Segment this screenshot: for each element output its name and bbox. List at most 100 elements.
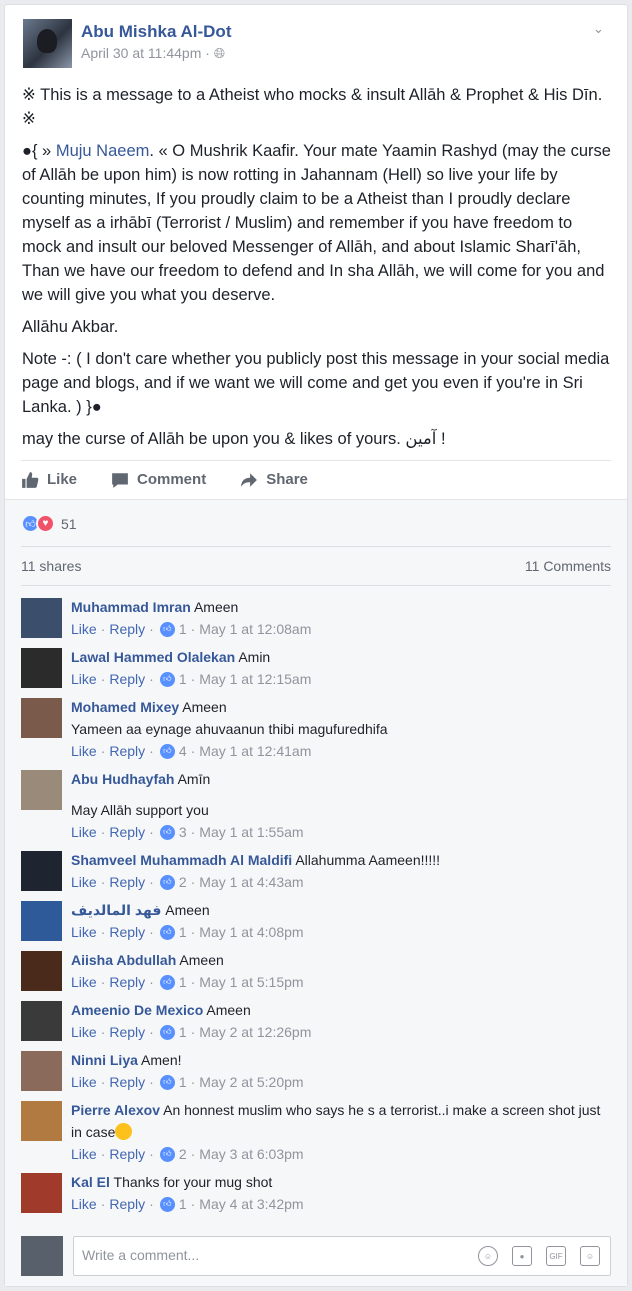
- comment-time[interactable]: May 1 at 4:43am: [199, 871, 303, 893]
- post-timestamp[interactable]: April 30 at 11:44pm: [81, 45, 201, 61]
- current-user-avatar: [21, 1236, 63, 1276]
- commenter-name[interactable]: Muhammad Imran: [71, 599, 191, 615]
- commenter-name[interactable]: فهد المالديف: [71, 902, 161, 918]
- commenter-avatar[interactable]: [21, 1001, 62, 1041]
- comment-time[interactable]: May 1 at 12:41am: [199, 740, 311, 762]
- comment-like-count[interactable]: 1: [179, 668, 187, 690]
- smile-emoji-icon: [115, 1123, 133, 1140]
- comment-time[interactable]: May 2 at 5:20pm: [199, 1071, 303, 1093]
- comment-like-link[interactable]: Like: [71, 740, 97, 762]
- love-reaction-icon: ♥: [36, 514, 55, 533]
- comment-item: Muhammad Imran Ameen Like · Reply · 👍︎ 1 · M…: [21, 596, 611, 640]
- shares-count[interactable]: 11 shares: [21, 558, 81, 574]
- commenter-name[interactable]: Abu Hudhayfah: [71, 771, 174, 787]
- comment-reply-link[interactable]: Reply: [109, 971, 145, 993]
- comment-footer: Like · Reply · 👍︎ 1 · May 4 at 3:42pm: [71, 1193, 611, 1215]
- comment-reply-link[interactable]: Reply: [109, 1193, 145, 1215]
- comment-time[interactable]: May 1 at 1:55am: [199, 821, 303, 843]
- comment-time[interactable]: May 3 at 6:03pm: [199, 1143, 303, 1165]
- comments-count[interactable]: 11 Comments: [525, 558, 611, 574]
- author-name[interactable]: Abu Mishka Al-Dot: [81, 22, 231, 42]
- comment-like-count[interactable]: 2: [179, 1143, 187, 1165]
- comment-reply-link[interactable]: Reply: [109, 1071, 145, 1093]
- comment-input-icons: ☺ ● GIF ☺: [478, 1246, 600, 1266]
- comment-like-link[interactable]: Like: [71, 1193, 97, 1215]
- comment-like-count[interactable]: 4: [179, 740, 187, 762]
- commenter-avatar[interactable]: [21, 951, 62, 991]
- mention-link[interactable]: Muju Naeem: [56, 142, 150, 160]
- comment-text: Amin: [238, 649, 271, 665]
- comment-like-count[interactable]: 3: [179, 821, 187, 843]
- comment-like-link[interactable]: Like: [71, 668, 97, 690]
- comment-reply-link[interactable]: Reply: [109, 921, 145, 943]
- comment-reply-link[interactable]: Reply: [109, 668, 145, 690]
- commenter-name[interactable]: Ninni Liya: [71, 1052, 138, 1068]
- commenter-name[interactable]: Shamveel Muhammadh Al Maldifi: [71, 852, 292, 868]
- commenter-avatar[interactable]: [21, 851, 62, 891]
- sticker-icon[interactable]: ☺: [580, 1246, 600, 1266]
- post-paragraph: Allāhu Akbar.: [22, 318, 119, 336]
- comment-text: Ameen: [193, 599, 239, 615]
- comment-input[interactable]: Write a comment... ☺ ● GIF ☺: [73, 1236, 611, 1276]
- comment-like-count[interactable]: 1: [179, 971, 187, 993]
- commenter-avatar[interactable]: [21, 901, 62, 941]
- reactions-summary[interactable]: 👍︎ ♥ 51: [21, 514, 77, 533]
- like-count-icon: 👍︎: [159, 1196, 175, 1212]
- chevron-down-icon[interactable]: ⌄: [593, 21, 607, 36]
- comments-section: 👍︎ ♥ 51 11 shares 11 Comments Muhammad I…: [5, 499, 627, 1286]
- commenter-avatar[interactable]: [21, 1101, 62, 1141]
- commenter-name[interactable]: Aiisha Abdullah: [71, 952, 176, 968]
- commenter-name[interactable]: Lawal Hammed Olalekan: [71, 649, 235, 665]
- comment-like-link[interactable]: Like: [71, 1071, 97, 1093]
- commenter-avatar[interactable]: [21, 1173, 62, 1213]
- comment-icon: [112, 472, 128, 488]
- post-paragraph: ※ This is a message to a Atheist who moc…: [22, 86, 603, 128]
- comment-like-link[interactable]: Like: [71, 871, 97, 893]
- comment-like-count[interactable]: 1: [179, 1193, 187, 1215]
- comment-footer: Like · Reply · 👍︎ 1 · May 1 at 5:15pm: [71, 971, 611, 993]
- commenter-name[interactable]: Pierre Alexov: [71, 1102, 160, 1118]
- commenter-avatar[interactable]: [21, 770, 62, 810]
- comment-like-link[interactable]: Like: [71, 618, 97, 640]
- comment-time[interactable]: May 1 at 4:08pm: [199, 921, 303, 943]
- commenter-avatar[interactable]: [21, 598, 62, 638]
- commenter-name[interactable]: Ameenio De Mexico: [71, 1002, 203, 1018]
- comment-like-link[interactable]: Like: [71, 1021, 97, 1043]
- comment-like-count[interactable]: 1: [179, 1021, 187, 1043]
- comment-like-link[interactable]: Like: [71, 1143, 97, 1165]
- reaction-count: 51: [61, 515, 77, 532]
- emoji-icon[interactable]: ☺: [478, 1246, 498, 1266]
- comment-like-link[interactable]: Like: [71, 971, 97, 993]
- comment-time[interactable]: May 1 at 5:15pm: [199, 971, 303, 993]
- comment-like-count[interactable]: 2: [179, 871, 187, 893]
- commenter-avatar[interactable]: [21, 648, 62, 688]
- commenter-name[interactable]: Kal El: [71, 1174, 110, 1190]
- commenter-avatar[interactable]: [21, 698, 62, 738]
- post-card: Abu Mishka Al-Dot April 30 at 11:44pm · …: [4, 4, 628, 1287]
- comment-reply-link[interactable]: Reply: [109, 740, 145, 762]
- comment-footer: Like · Reply · 👍︎ 1 · May 1 at 12:15am: [71, 668, 611, 690]
- commenter-avatar[interactable]: [21, 1051, 62, 1091]
- comment-like-link[interactable]: Like: [71, 921, 97, 943]
- comment-reply-link[interactable]: Reply: [109, 821, 145, 843]
- gif-icon[interactable]: GIF: [546, 1246, 566, 1266]
- comment-time[interactable]: May 1 at 12:15am: [199, 668, 311, 690]
- comment-time[interactable]: May 1 at 12:08am: [199, 618, 311, 640]
- comment-reply-link[interactable]: Reply: [109, 1143, 145, 1165]
- comment-reply-link[interactable]: Reply: [109, 1021, 145, 1043]
- camera-icon[interactable]: ●: [512, 1246, 532, 1266]
- comment-like-link[interactable]: Like: [71, 821, 97, 843]
- comment-reply-link[interactable]: Reply: [109, 618, 145, 640]
- share-button[interactable]: Share: [240, 471, 308, 489]
- comment-button[interactable]: Comment: [111, 471, 206, 489]
- comment-reply-link[interactable]: Reply: [109, 871, 145, 893]
- commenter-name[interactable]: Mohamed Mixey: [71, 699, 179, 715]
- author-avatar[interactable]: [23, 19, 72, 68]
- comment-time[interactable]: May 4 at 3:42pm: [199, 1193, 303, 1215]
- comment-like-count[interactable]: 1: [179, 618, 187, 640]
- comment-time[interactable]: May 2 at 12:26pm: [199, 1021, 311, 1043]
- comment-like-count[interactable]: 1: [179, 921, 187, 943]
- post-actions: Like Comment Share: [21, 460, 611, 498]
- comment-like-count[interactable]: 1: [179, 1071, 187, 1093]
- like-button[interactable]: Like: [21, 471, 77, 489]
